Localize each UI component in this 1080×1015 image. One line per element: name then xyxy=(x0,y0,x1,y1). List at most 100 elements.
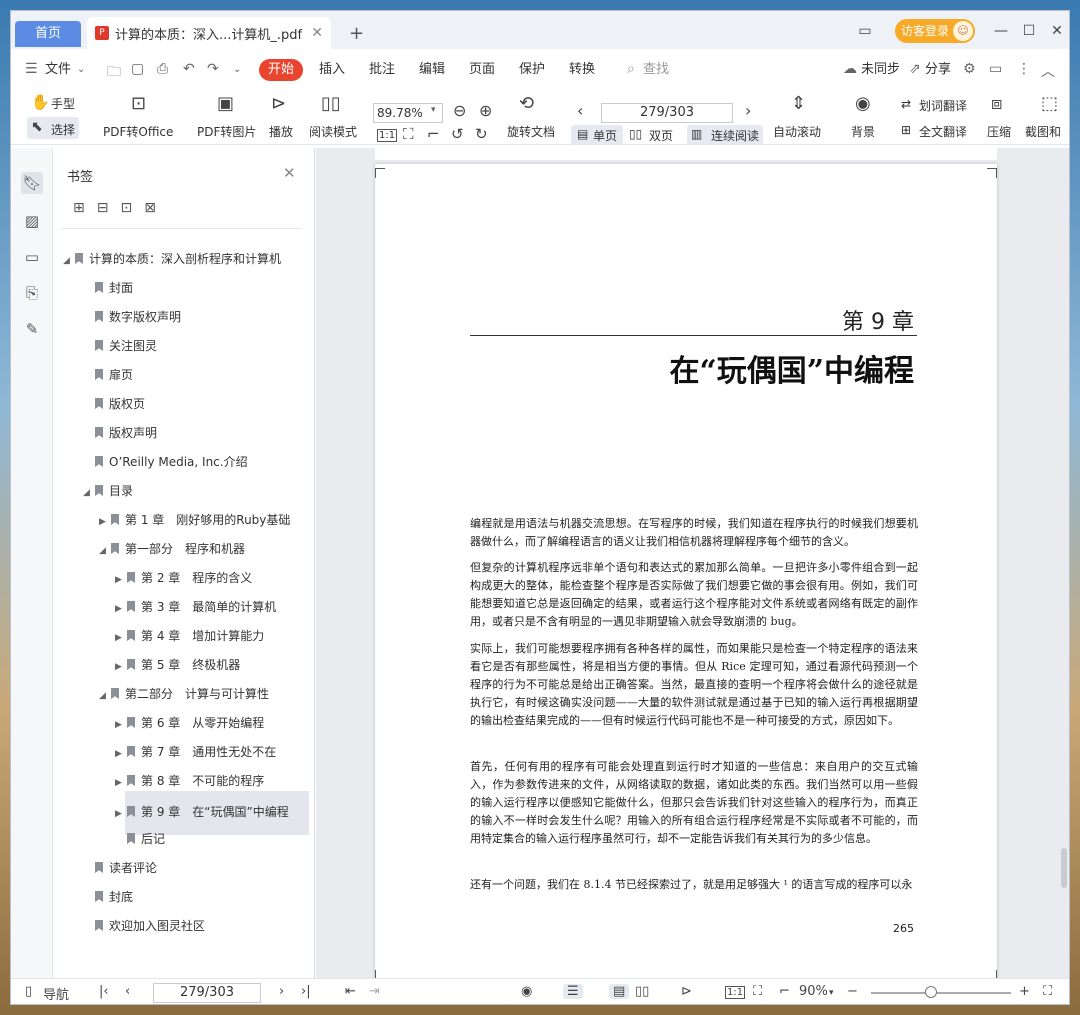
share-button[interactable]: 分享 xyxy=(925,59,951,81)
expand-arrow-icon[interactable]: ▶ xyxy=(115,743,125,765)
bookmark-item[interactable]: ▶ 第 8 章 不可能的程序 xyxy=(115,770,264,792)
compress-button[interactable]: 压缩 xyxy=(987,123,1011,140)
workspace-icon[interactable]: ▭ xyxy=(855,21,875,41)
expand-arrow-icon[interactable]: ▶ xyxy=(115,627,125,649)
pdf-to-image-button[interactable]: PDF转图片 xyxy=(197,123,256,140)
settings-icon[interactable]: ⚙ xyxy=(963,61,976,77)
expand-arrow-icon[interactable]: ◢ xyxy=(99,685,109,707)
bookmark-item[interactable]: ▶ 第 3 章 最简单的计算机 xyxy=(115,596,276,618)
next-page-icon[interactable]: › xyxy=(279,984,284,999)
bookmark-item[interactable]: 欢迎加入图灵社区 xyxy=(83,915,205,937)
bookmark-item[interactable]: 数字版权声明 xyxy=(83,306,181,328)
expand-arrow-icon[interactable]: ◢ xyxy=(99,540,109,562)
expand-arrow-icon[interactable]: ▶ xyxy=(115,772,125,794)
bookmark-item[interactable]: ▶ 第 7 章 通用性无处不在 xyxy=(115,741,276,763)
menu-file[interactable]: 文件 xyxy=(45,59,71,81)
attachment-icon[interactable]: ⎘ xyxy=(21,282,43,304)
bookmark-remove-icon[interactable]: ⊠ xyxy=(144,200,156,216)
bookmark-item[interactable]: 读者评论 xyxy=(83,857,157,879)
pdf-to-office-button[interactable]: PDF转Office xyxy=(103,123,173,140)
bookmark-item[interactable]: ▶ 第 6 章 从零开始编程 xyxy=(115,712,264,734)
continuous-view-icon[interactable]: ☰ xyxy=(563,984,583,999)
nav-button[interactable]: 导航 xyxy=(43,984,69,1003)
status-page-input[interactable]: 279/303 xyxy=(153,983,261,1003)
zoom-slider[interactable] xyxy=(871,992,1011,994)
chevron-down-icon[interactable]: ⌄ xyxy=(77,64,85,75)
undo-icon[interactable]: ↶ xyxy=(183,61,195,77)
expand-arrow-icon[interactable]: ▶ xyxy=(115,569,125,591)
select-tool[interactable]: 选择 xyxy=(51,121,75,138)
prev-page-icon[interactable]: ‹ xyxy=(577,101,583,120)
menu-insert[interactable]: 插入 xyxy=(319,59,345,81)
sync-status[interactable]: 未同步 xyxy=(861,59,900,81)
zoom-dropdown-icon[interactable]: ▾ xyxy=(431,105,436,115)
collapse-ribbon-icon[interactable]: ︿ xyxy=(1041,61,1055,81)
bookmark-item[interactable]: ▶ 第 1 章 刚好够用的Ruby基础 xyxy=(99,509,290,531)
bookmark-item[interactable]: 封底 xyxy=(83,886,133,908)
expand-arrow-icon[interactable]: ▶ xyxy=(115,598,125,620)
fit-page-icon[interactable]: ⛶ xyxy=(403,125,414,143)
zoom-dropdown-icon[interactable]: ▾ xyxy=(829,988,834,998)
expand-all-icon[interactable]: ⊟ xyxy=(97,200,109,216)
actual-size-icon[interactable]: 1:1 xyxy=(377,129,398,142)
bookmark-item[interactable]: ◢ 目录 xyxy=(83,480,133,502)
add-bookmark-icon[interactable]: ⊞ xyxy=(73,200,85,216)
full-translate-button[interactable]: 全文翻译 xyxy=(919,123,967,140)
hand-tool[interactable]: 手型 xyxy=(51,95,75,112)
prev-page-icon[interactable]: ‹ xyxy=(125,984,130,999)
bookmark-item[interactable]: 后记 xyxy=(115,828,165,850)
fullscreen-icon[interactable]: ⛶ xyxy=(1043,984,1052,999)
double-view-icon[interactable]: ▯▯ xyxy=(635,984,649,999)
bookmark-item[interactable]: ▶ 第 9 章 在“玩偶国”中编程 xyxy=(115,801,289,823)
fit-width-icon[interactable]: ⌐ xyxy=(427,125,440,143)
redo-icon[interactable]: ↷ xyxy=(207,61,219,77)
menu-start[interactable]: 开始 xyxy=(259,59,303,81)
bookmark-item[interactable]: O’Reilly Media, Inc.介绍 xyxy=(83,451,248,473)
tab-home[interactable]: 首页 xyxy=(15,21,81,47)
signature-icon[interactable]: ✎ xyxy=(21,318,43,340)
double-page-button[interactable]: 双页 xyxy=(649,127,673,144)
open-icon[interactable]: 🗀 xyxy=(107,61,121,85)
expand-arrow-icon[interactable]: ▶ xyxy=(115,656,125,678)
background-button[interactable]: 背景 xyxy=(851,123,875,140)
share-icon[interactable]: ⇗ xyxy=(909,61,921,77)
read-mode-button[interactable]: 阅读模式 xyxy=(309,123,357,140)
word-translate-button[interactable]: 划词翻译 xyxy=(919,97,967,114)
expand-arrow-icon[interactable]: ▶ xyxy=(99,511,109,533)
rotate-right-icon[interactable]: ↻ xyxy=(475,125,488,143)
forward-icon[interactable]: ⇥ xyxy=(369,984,380,999)
thumbnail-icon[interactable]: ▨ xyxy=(21,210,43,232)
expand-arrow-icon[interactable]: ◢ xyxy=(83,482,93,504)
screenshot-button[interactable]: 截图和 xyxy=(1025,123,1061,140)
close-icon[interactable]: ✕ xyxy=(283,164,296,182)
bookmark-item[interactable]: ▶ 第 2 章 程序的含义 xyxy=(115,567,252,589)
bookmark-item[interactable]: 扉页 xyxy=(83,364,133,386)
rotate-left-icon[interactable]: ↺ xyxy=(451,125,464,143)
zoom-slider-handle[interactable] xyxy=(925,986,937,998)
zoom-in-icon[interactable]: + xyxy=(1019,984,1030,999)
eye-icon[interactable]: ◉ xyxy=(521,984,532,999)
search-icon[interactable]: ⌕ xyxy=(627,61,635,77)
hamburger-icon[interactable]: ☰ xyxy=(25,61,38,77)
zoom-level[interactable]: 90% xyxy=(799,984,828,999)
tab-document[interactable]: P 计算的本质：深入...计算机_.pdf ✕ xyxy=(87,17,331,49)
page-number-input[interactable]: 279/303 xyxy=(601,103,733,123)
play-button[interactable]: 播放 xyxy=(269,123,293,140)
menu-page[interactable]: 页面 xyxy=(469,59,495,81)
quick-access-chevron-icon[interactable]: ⌄ xyxy=(233,64,241,75)
expand-arrow-icon[interactable]: ▶ xyxy=(115,803,125,825)
expand-arrow-icon[interactable]: ◢ xyxy=(63,250,73,272)
search-input[interactable]: 查找 xyxy=(643,59,669,81)
bookmark-icon[interactable]: 🔖︎ xyxy=(21,172,43,194)
close-icon[interactable]: ✕ xyxy=(311,25,323,41)
bookmark-item[interactable]: ◢ 第二部分 计算与可计算性 xyxy=(99,683,269,705)
menu-edit[interactable]: 编辑 xyxy=(419,59,445,81)
zoom-out-icon[interactable]: ⊖ xyxy=(453,101,466,120)
vertical-scrollbar[interactable] xyxy=(1061,848,1067,888)
auto-scroll-button[interactable]: 自动滚动 xyxy=(773,123,821,140)
menu-comment[interactable]: 批注 xyxy=(369,59,395,81)
visitor-login-button[interactable]: 访客登录 ☺ xyxy=(895,19,975,43)
continuous-read-button[interactable]: 连续阅读 xyxy=(711,127,759,144)
bookmark-item[interactable]: ▶ 第 5 章 终极机器 xyxy=(115,654,240,676)
last-page-icon[interactable]: ›| xyxy=(301,984,311,999)
